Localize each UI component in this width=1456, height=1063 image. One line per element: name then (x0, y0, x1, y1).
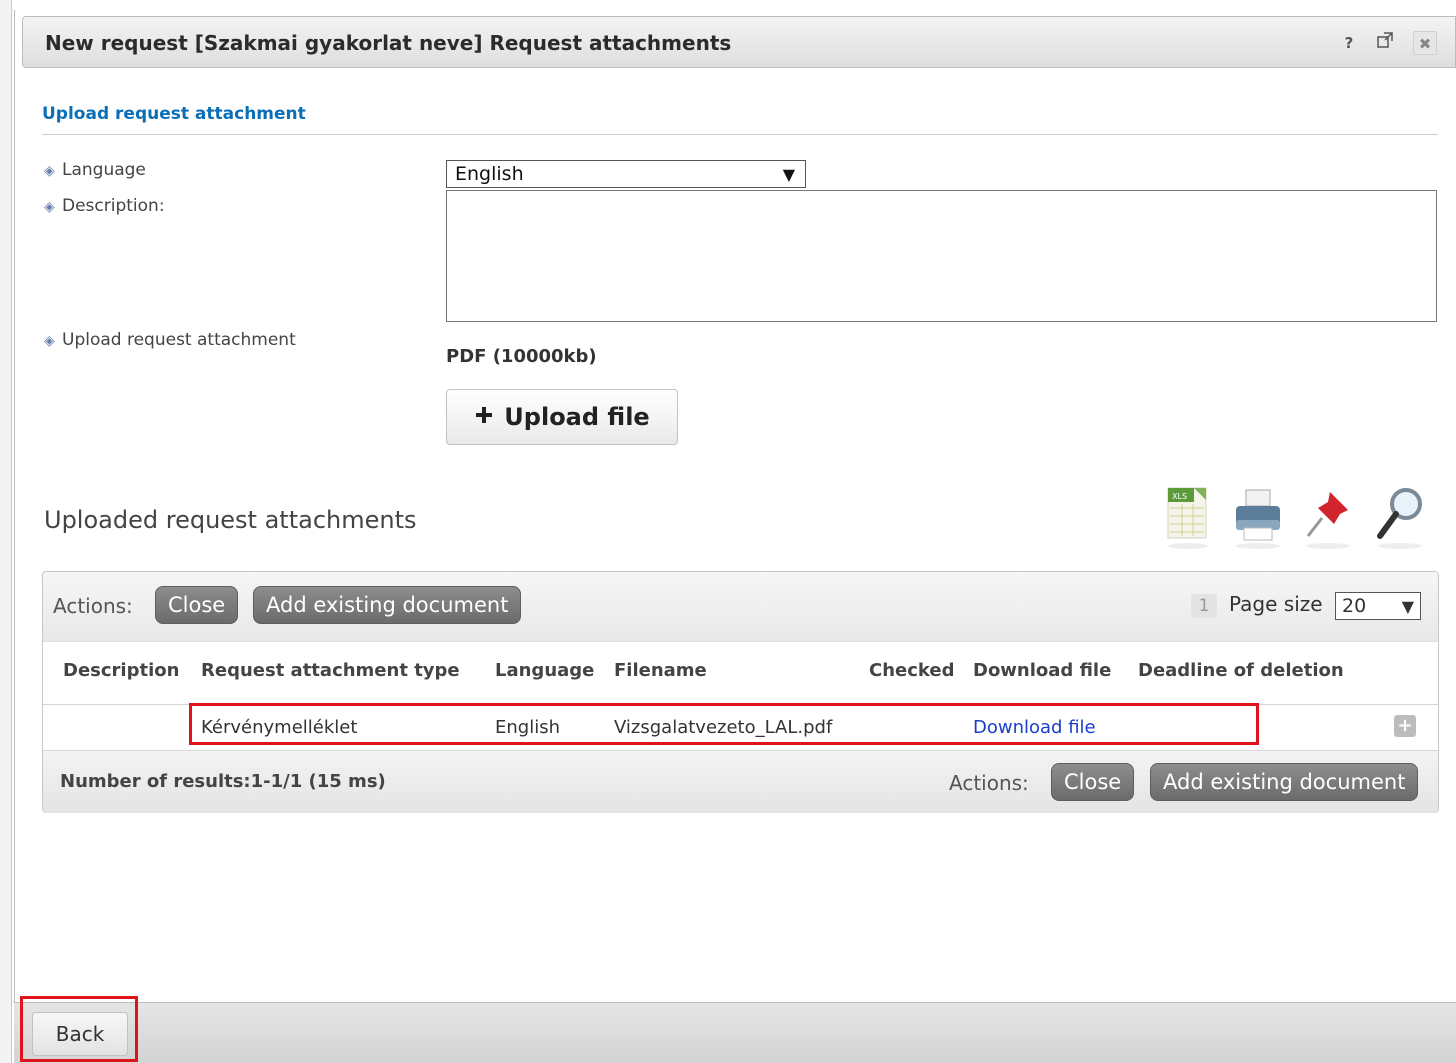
results-count: Number of results:1-1/1 (15 ms) (60, 771, 386, 792)
column-header-filename[interactable]: Filename (614, 660, 707, 681)
diamond-bullet-icon: ◈ (44, 199, 55, 215)
dialog-titlebar: New request [Szakmai gyakorlat neve] Req… (22, 16, 1456, 68)
svg-text:XLS: XLS (1172, 492, 1187, 501)
chevron-down-icon: ▼ (782, 165, 795, 184)
page-number[interactable]: 1 (1191, 594, 1217, 618)
section-divider (42, 134, 1438, 135)
background-window-edge (0, 0, 12, 1063)
grid-top-toolbar: Actions: Close Add existing document 1 P… (43, 572, 1438, 642)
column-header-description[interactable]: Description (63, 660, 179, 681)
diamond-bullet-icon: ◈ (44, 333, 55, 349)
dialog-title: New request [Szakmai gyakorlat neve] Req… (45, 31, 732, 55)
bottom-close-button[interactable]: Close (1051, 763, 1135, 801)
dialog-footer (14, 1002, 1456, 1063)
bottom-add-existing-document-button[interactable]: Add existing document (1150, 763, 1419, 801)
column-header-language[interactable]: Language (495, 660, 594, 681)
file-type-note: PDF (10000kb) (446, 346, 597, 367)
popout-icon[interactable] (1373, 31, 1397, 55)
top-strip (0, 0, 1456, 10)
language-label-text: Language (62, 160, 146, 180)
upload-attachment-label: ◈ Upload request attachment (44, 330, 296, 350)
column-header-download-file[interactable]: Download file (973, 660, 1111, 681)
chevron-down-icon: ▼ (1401, 597, 1414, 616)
column-header-deadline-of-deletion[interactable]: Deadline of deletion (1138, 660, 1344, 681)
close-button[interactable]: Close (155, 586, 239, 624)
actions-label: Actions: (53, 594, 133, 618)
plus-icon (474, 403, 494, 431)
language-select[interactable]: English ▼ (446, 160, 806, 188)
description-label: ◈ Description: (44, 196, 165, 216)
upload-file-label: Upload file (504, 403, 650, 431)
column-header-attachment-type[interactable]: Request attachment type (201, 660, 460, 681)
page-size-value: 20 (1342, 595, 1367, 617)
add-existing-document-button[interactable]: Add existing document (253, 586, 522, 624)
diamond-bullet-icon: ◈ (44, 163, 55, 179)
pin-icon[interactable] (1300, 484, 1356, 550)
column-header-checked[interactable]: Checked (869, 660, 954, 681)
attachments-grid: Actions: Close Add existing document 1 P… (42, 571, 1439, 813)
page-size-select[interactable]: 20 ▼ (1335, 592, 1421, 620)
language-select-value: English (455, 163, 524, 185)
description-textarea[interactable] (446, 190, 1437, 322)
upload-section-title: Upload request attachment (42, 104, 306, 124)
upload-attachment-label-text: Upload request attachment (62, 330, 296, 350)
page-size-label: Page size (1229, 592, 1323, 616)
help-icon[interactable]: ? (1337, 31, 1361, 55)
expand-row-icon[interactable]: + (1394, 715, 1416, 737)
language-label: ◈ Language (44, 160, 146, 180)
row-highlight-box (189, 703, 1259, 745)
uploaded-attachments-title: Uploaded request attachments (44, 506, 417, 534)
back-highlight-box (20, 996, 138, 1062)
search-icon[interactable] (1372, 484, 1428, 550)
bottom-actions-label: Actions: (949, 771, 1029, 795)
upload-file-button[interactable]: Upload file (446, 389, 678, 445)
print-icon[interactable] (1230, 484, 1286, 550)
close-icon[interactable]: ✖ (1413, 31, 1437, 55)
description-label-text: Description: (62, 196, 165, 216)
popout-icon-glyph (1377, 32, 1393, 48)
grid-bottom-toolbar: Number of results:1-1/1 (15 ms) Actions:… (43, 750, 1438, 813)
xls-export-icon[interactable]: XLS (1162, 484, 1218, 550)
